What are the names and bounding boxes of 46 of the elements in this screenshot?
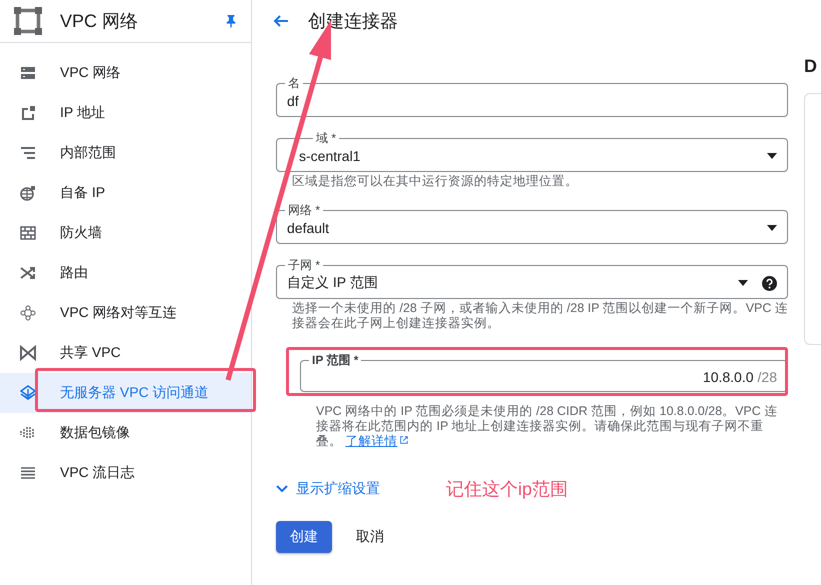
network-logo-icon [14, 7, 42, 35]
chevron-down-icon [276, 485, 288, 493]
panel-heading: D [804, 56, 818, 77]
dropdown-caret-icon [767, 153, 777, 159]
bowtie-icon [20, 345, 36, 361]
sidebar-item[interactable]: 共享 VPC [0, 333, 251, 373]
bars-icon [20, 425, 36, 441]
dropdown-field[interactable]: 网络 * default [276, 203, 788, 244]
helper-text: VPC 网络中的 IP 范围必须是未使用的 /28 CIDR 范围，例如 10.8.0.0/28。VPC 连接器将在此范围内的 IP 地址上创建连接器实例。请确保此范围与现有子网不重叠。 了解详情 [315, 403, 778, 449]
sidebar-item[interactable]: VPC 流日志 [0, 453, 251, 493]
sidebar-item[interactable]: 路由 [0, 253, 251, 293]
sidebar-item[interactable]: IP 地址 [0, 93, 251, 133]
address-icon [20, 105, 36, 121]
expand-settings-button[interactable]: 显示扩缩设置 [276, 480, 380, 498]
pin-icon[interactable] [225, 14, 237, 28]
dropdown-caret-icon [767, 225, 777, 231]
sidebar-item[interactable]: 数据包镜像 [0, 413, 251, 453]
helper-text: 区域是指您可以在其中运行资源的特定地理位置。 [291, 173, 579, 189]
sidebar-item[interactable]: 内部范围 [0, 133, 251, 173]
sidebar-item[interactable]: 防火墙 [0, 213, 251, 253]
list-icon [20, 465, 36, 481]
dropdown-field[interactable]: 子网 * 自定义 IP 范围 [276, 258, 788, 299]
dropdown-field[interactable]: 域 * s-central1 [276, 131, 788, 172]
sidebar-item[interactable]: 无服务器 VPC 访问通道 [0, 373, 251, 413]
annotation-text: 记住这个ip范围 [446, 478, 568, 501]
create-button[interactable]: 创建 [276, 521, 332, 553]
layers-icon [20, 385, 36, 401]
arrow-left-icon [272, 13, 288, 29]
sidebar-item[interactable]: VPC 网络 [0, 53, 251, 93]
learn-more-link[interactable]: 了解详情 [345, 434, 410, 448]
sidebar-item[interactable]: 自备 IP [0, 173, 251, 213]
dropdown-caret-icon [738, 280, 748, 286]
external-link-icon [399, 435, 410, 445]
product-title: VPC 网络 [60, 10, 140, 33]
server-icon [20, 65, 36, 81]
help-icon [762, 276, 777, 290]
cancel-button[interactable]: 取消 [342, 521, 398, 553]
helper-text: 选择一个未使用的 /28 子网，或者输入未使用的 /28 IP 范围以创建一个新子网。VPC 连接器会在此子网上创建连接器实例。 [291, 300, 788, 331]
input-field[interactable]: 名 df [276, 76, 788, 117]
firewall-icon [20, 225, 36, 241]
input-field[interactable]: IP 范围 * 10.8.0.0 /28 [300, 353, 788, 392]
sidebar-item[interactable]: VPC 网络对等互连 [0, 293, 251, 333]
lines-icon [20, 145, 36, 161]
globe-icon [20, 185, 36, 201]
shuffle-icon [20, 265, 36, 281]
network-nodes-icon [20, 305, 36, 321]
